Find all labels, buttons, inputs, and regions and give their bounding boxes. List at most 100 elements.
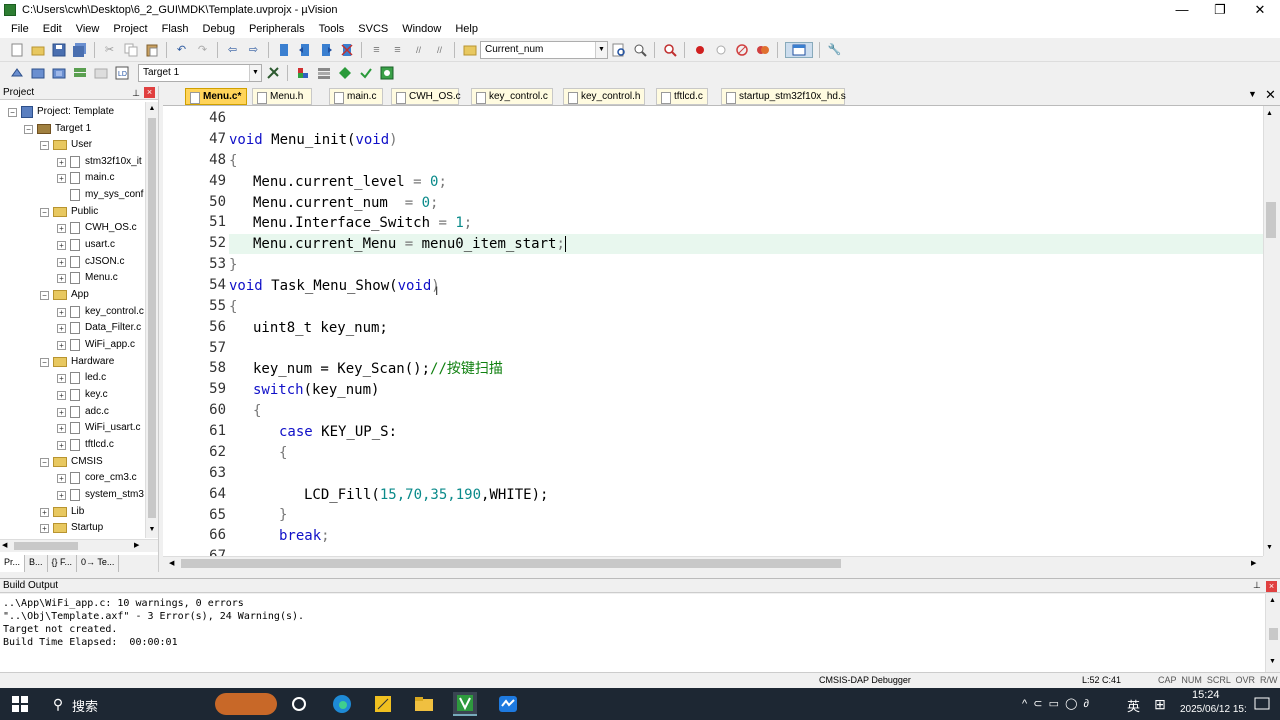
- target-options-icon[interactable]: [265, 65, 281, 81]
- expand-icon[interactable]: +: [57, 273, 66, 283]
- tree-file[interactable]: + stm32f10x_it: [57, 154, 142, 170]
- scroll-up-icon[interactable]: ▲: [1269, 597, 1276, 604]
- tree-file[interactable]: + usart.c: [57, 237, 115, 253]
- nav-back-icon[interactable]: ⇦: [225, 42, 241, 58]
- batch-build-icon[interactable]: [72, 65, 88, 81]
- tree-file[interactable]: + WiFi_app.c: [57, 337, 135, 353]
- target-combo[interactable]: Target 1 ▼: [138, 64, 262, 82]
- menu-file[interactable]: File: [4, 23, 36, 35]
- pack-installer-icon[interactable]: [337, 65, 353, 81]
- tree-file[interactable]: + cJSON.c: [57, 254, 124, 270]
- scrollbar-thumb[interactable]: [1266, 202, 1276, 238]
- maximize-button[interactable]: ❐: [1200, 0, 1240, 20]
- bookmark-next-icon[interactable]: [318, 42, 334, 58]
- expand-icon[interactable]: +: [57, 173, 66, 183]
- menu-debug[interactable]: Debug: [196, 23, 242, 35]
- new-file-icon[interactable]: [9, 42, 25, 58]
- redo-icon[interactable]: ↷: [195, 42, 211, 58]
- file-explorer-icon[interactable]: [412, 692, 436, 716]
- menu-help[interactable]: Help: [448, 23, 485, 35]
- minimize-button[interactable]: —: [1162, 0, 1202, 20]
- undo-icon[interactable]: ↶: [174, 42, 190, 58]
- expand-icon[interactable]: +: [57, 373, 66, 383]
- expand-icon[interactable]: +: [57, 257, 66, 267]
- expand-icon[interactable]: +: [57, 423, 66, 433]
- tree-group-user[interactable]: − User: [40, 137, 92, 153]
- scroll-down-icon[interactable]: ▼: [1269, 658, 1276, 665]
- editor-tab-main-c[interactable]: main.c: [329, 88, 383, 105]
- rte-icon[interactable]: [379, 65, 395, 81]
- scroll-right-icon[interactable]: ▶: [134, 541, 139, 549]
- tree-group-app[interactable]: − App: [40, 287, 89, 303]
- tree-group-hardware[interactable]: − Hardware: [40, 354, 114, 370]
- select-pack-icon[interactable]: [358, 65, 374, 81]
- bookmark-clear-icon[interactable]: [339, 42, 355, 58]
- scroll-left-icon[interactable]: ◀: [2, 541, 7, 549]
- search-icon[interactable]: ⚲: [46, 692, 70, 716]
- notification-icon[interactable]: [1250, 692, 1274, 716]
- editor-horizontal-scrollbar[interactable]: ◀ ▶: [163, 556, 1263, 570]
- find-combo[interactable]: Current_num ▼: [480, 40, 608, 59]
- build-output-scrollbar[interactable]: ▲ ▼: [1265, 594, 1280, 672]
- collapse-icon[interactable]: −: [40, 207, 49, 217]
- build-icon[interactable]: [30, 65, 46, 81]
- breakpoint-enable-icon[interactable]: [713, 42, 729, 58]
- tree-group-public[interactable]: − Public: [40, 204, 98, 220]
- editor-tab-key-control-c[interactable]: key_control.c: [471, 88, 553, 105]
- expand-icon[interactable]: +: [57, 390, 66, 400]
- tree-file[interactable]: + Data_Filter.c: [57, 320, 141, 336]
- expand-icon[interactable]: +: [57, 307, 66, 317]
- manage-components-icon[interactable]: [295, 65, 311, 81]
- breakpoint-kill-all-icon[interactable]: [755, 42, 771, 58]
- find-icon[interactable]: [611, 42, 627, 58]
- expand-icon[interactable]: +: [40, 523, 49, 533]
- tree-file[interactable]: + WiFi_usart.c: [57, 420, 141, 436]
- tree-file[interactable]: + key_control.c: [57, 304, 144, 320]
- clock-time[interactable]: 15:24: [1192, 689, 1220, 701]
- expand-icon[interactable]: +: [57, 223, 66, 233]
- tree-file[interactable]: + tftlcd.c: [57, 437, 114, 453]
- expand-icon[interactable]: +: [57, 240, 66, 250]
- expand-icon[interactable]: +: [40, 507, 49, 517]
- comment-icon[interactable]: //: [411, 42, 427, 58]
- tree-project-root[interactable]: − Project: Template: [8, 104, 114, 120]
- pin-icon[interactable]: ⊥: [1253, 580, 1261, 591]
- download-icon[interactable]: LD: [114, 65, 130, 81]
- open-file-icon[interactable]: [30, 42, 46, 58]
- editor-tab-menu-c[interactable]: Menu.c*: [185, 88, 247, 105]
- tab-project[interactable]: Pr...: [0, 555, 26, 572]
- notes-app-icon[interactable]: [371, 692, 395, 716]
- file-extensions-icon[interactable]: [316, 65, 332, 81]
- editor-tab-menu-h[interactable]: Menu.h: [252, 88, 312, 105]
- tree-file[interactable]: + main.c: [57, 170, 114, 186]
- scrollbar-thumb[interactable]: [148, 118, 156, 518]
- bookmark-prev-icon[interactable]: [297, 42, 313, 58]
- tree-file[interactable]: + adc.c: [57, 404, 109, 420]
- window-layout-icon[interactable]: [784, 41, 813, 58]
- save-icon[interactable]: [51, 42, 67, 58]
- editor-tab-cwh-os-c[interactable]: CWH_OS.c: [391, 88, 461, 105]
- indent-icon[interactable]: ≡: [369, 42, 385, 58]
- scrollbar-thumb[interactable]: [14, 542, 78, 550]
- unindent-icon[interactable]: ≡: [390, 42, 406, 58]
- menu-tools[interactable]: Tools: [312, 23, 352, 35]
- editor-tab-key-control-h[interactable]: key_control.h: [563, 88, 645, 105]
- menu-svcs[interactable]: SVCS: [351, 23, 395, 35]
- clock-date[interactable]: 2025/06/12 15:24:46: [1180, 704, 1246, 715]
- scroll-up-icon[interactable]: ▲: [147, 104, 157, 114]
- rebuild-icon[interactable]: [51, 65, 67, 81]
- system-tray-icons[interactable]: ^ ⊂ ▭ ◯ ∂: [1022, 697, 1089, 710]
- ime-mode-icon[interactable]: ⊞: [1148, 692, 1172, 716]
- menu-project[interactable]: Project: [106, 23, 154, 35]
- project-vertical-scrollbar[interactable]: ▲ ▼: [145, 102, 158, 538]
- tree-group-cmsis[interactable]: − CMSIS: [40, 454, 103, 470]
- tree-file[interactable]: + CWH_OS.c: [57, 220, 137, 236]
- collapse-icon[interactable]: −: [8, 107, 17, 117]
- tree-file[interactable]: + key.c: [57, 387, 108, 403]
- incremental-find-icon[interactable]: [632, 42, 648, 58]
- tab-templates[interactable]: 0→ Te...: [77, 555, 120, 572]
- uvision-taskbar-icon[interactable]: [453, 692, 477, 716]
- menu-edit[interactable]: Edit: [36, 23, 69, 35]
- breakpoint-disable-all-icon[interactable]: [734, 42, 750, 58]
- tree-group-lib[interactable]: + Lib: [40, 504, 84, 520]
